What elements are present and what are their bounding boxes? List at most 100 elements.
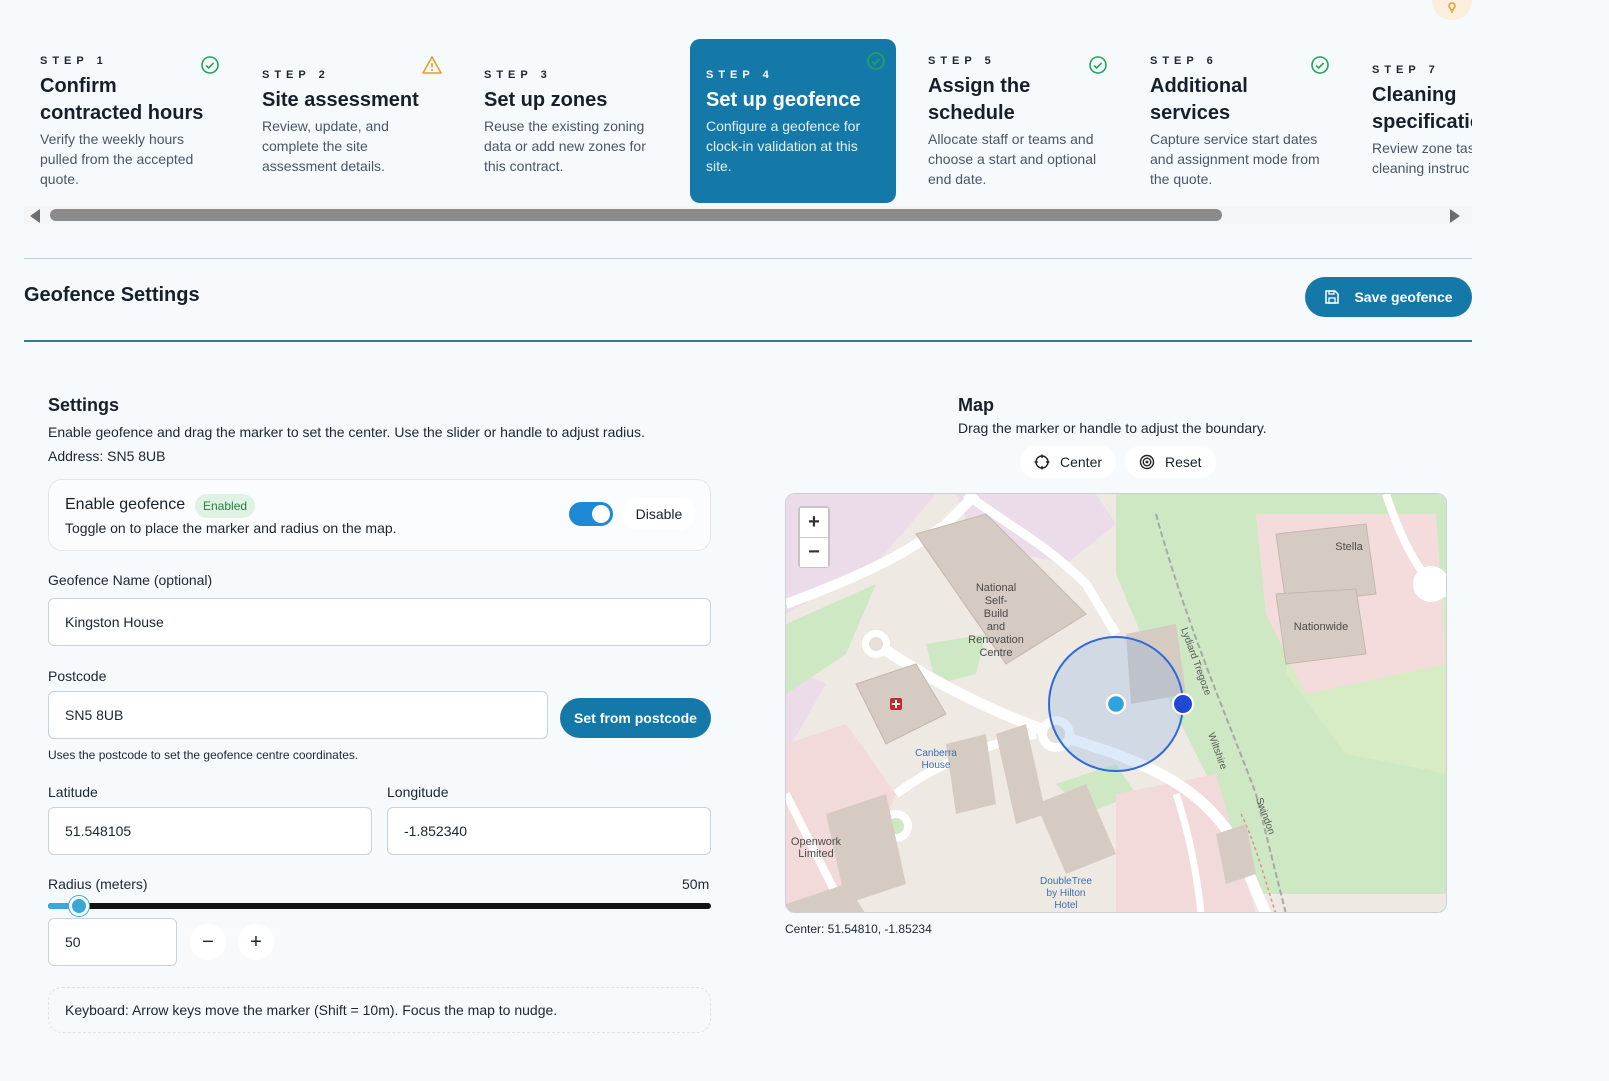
step-3[interactable]: STEP 3 Set up zones Reuse the existing z… <box>468 53 674 206</box>
map-label: National <box>976 582 1016 594</box>
step-desc: Reuse the existing zoning data or add ne… <box>484 118 646 174</box>
set-from-postcode-button[interactable]: Set from postcode <box>560 698 711 738</box>
map-label: DoubleTree <box>1040 876 1092 887</box>
step-desc: Verify the weekly hours pulled from the … <box>40 131 194 187</box>
enable-geofence-toggle[interactable] <box>569 502 613 526</box>
map-tiles: National Self- Build and Renovation Cent… <box>786 494 1446 912</box>
keyboard-hint: Keyboard: Arrow keys move the marker (Sh… <box>48 987 711 1033</box>
enable-geofence-subtitle: Toggle on to place the marker and radius… <box>65 520 397 536</box>
step-label: STEP 7 <box>1372 64 1440 76</box>
stepper: STEP 1 Confirm contracted hours Verify t… <box>24 36 1472 206</box>
radius-slider[interactable] <box>48 896 711 916</box>
warning-triangle-icon <box>422 56 442 74</box>
map-label: Limited <box>798 848 833 860</box>
reset-button[interactable]: Reset <box>1125 446 1216 478</box>
map-subtitle: Drag the marker or handle to adjust the … <box>958 420 1267 436</box>
radius-slider-handle[interactable] <box>69 896 90 916</box>
increase-radius-button[interactable]: + <box>238 924 274 960</box>
scroll-left-arrow-icon[interactable] <box>30 209 40 223</box>
save-icon <box>1325 290 1340 304</box>
reset-button-label: Reset <box>1165 454 1202 470</box>
map-label: Canberra <box>915 748 957 759</box>
save-geofence-label: Save geofence <box>1354 289 1453 305</box>
enable-geofence-title: Enable geofence <box>65 496 186 513</box>
target-icon <box>1139 454 1155 470</box>
map-label: Stella <box>1335 541 1363 553</box>
settings-address: Address: SN5 8UB <box>48 448 166 464</box>
disable-button[interactable]: Disable <box>623 498 695 530</box>
crosshair-icon <box>1034 454 1050 470</box>
radius-label: Radius (meters) <box>48 876 148 892</box>
longitude-input[interactable] <box>387 807 711 855</box>
help-lightbulb-icon[interactable] <box>1432 0 1472 20</box>
enable-geofence-card: Enable geofence Enabled Toggle on to pla… <box>48 479 711 551</box>
map-label: by Hilton <box>1047 888 1086 899</box>
step-4[interactable]: STEP 4 Set up geofence Configure a geofe… <box>690 39 896 203</box>
step-title: Additional services <box>1150 75 1248 124</box>
postcode-input[interactable] <box>48 691 548 739</box>
step-1[interactable]: STEP 1 Confirm contracted hours Verify t… <box>24 39 230 203</box>
map-label: and <box>987 621 1005 633</box>
map-label: Build <box>984 608 1008 620</box>
step-label: STEP 1 <box>40 55 108 67</box>
step-title: Set up zones <box>484 89 608 111</box>
map-label: Self- <box>985 595 1008 607</box>
step-desc: Allocate staff or teams and choose a sta… <box>928 131 1097 187</box>
geofence-name-label: Geofence Name (optional) <box>48 572 213 588</box>
latitude-input[interactable] <box>48 807 372 855</box>
center-button-label: Center <box>1060 454 1103 470</box>
check-circle-icon <box>867 52 885 70</box>
longitude-label: Longitude <box>387 784 449 800</box>
step-title: Assign the schedule <box>928 75 1031 124</box>
settings-intro: Enable geofence and drag the marker to s… <box>48 424 645 440</box>
map-title: Map <box>958 395 994 415</box>
radius-display: 50m <box>682 876 710 892</box>
map-label: Hotel <box>1054 900 1077 911</box>
radius-input[interactable] <box>48 918 177 966</box>
decrease-radius-button[interactable]: − <box>190 924 226 960</box>
map-label: Renovation <box>968 634 1024 646</box>
step-5[interactable]: STEP 5 Assign the schedule Allocate staf… <box>912 39 1118 203</box>
map-center-readout: Center: 51.54810, -1.85234 <box>785 922 932 936</box>
check-circle-icon <box>1311 56 1329 74</box>
step-title: Site assessment <box>262 89 419 111</box>
divider <box>24 340 1472 342</box>
zoom-control: + − <box>798 506 830 568</box>
step-title: Set up geofence <box>706 89 861 111</box>
stepper-scrollbar[interactable] <box>24 206 1472 224</box>
map-label: House <box>922 760 951 771</box>
scroll-right-arrow-icon[interactable] <box>1450 209 1460 223</box>
check-circle-icon <box>201 56 219 74</box>
map-label: Nationwide <box>1294 621 1348 633</box>
postcode-label: Postcode <box>48 668 107 684</box>
page-title: Geofence Settings <box>24 284 200 306</box>
step-desc: Review zone tas cleaning instruc <box>1372 140 1472 176</box>
postcode-help-text: Uses the postcode to set the geofence ce… <box>48 748 359 762</box>
geofence-map[interactable]: National Self- Build and Renovation Cent… <box>785 493 1447 913</box>
step-label: STEP 3 <box>484 69 552 81</box>
step-desc: Capture service start dates and assignme… <box>1150 131 1320 187</box>
scrollbar-thumb[interactable] <box>50 209 1222 221</box>
step-label: STEP 2 <box>262 69 330 81</box>
status-badge: Enabled <box>195 494 256 518</box>
map-label: Openwork <box>791 836 842 848</box>
map-label: Centre <box>979 647 1012 659</box>
step-2[interactable]: STEP 2 Site assessment Review, update, a… <box>246 53 452 206</box>
check-circle-icon <box>1089 56 1107 74</box>
latitude-label: Latitude <box>48 784 98 800</box>
settings-title: Settings <box>48 395 120 415</box>
center-button[interactable]: Center <box>1020 446 1117 478</box>
step-label: STEP 4 <box>706 69 774 81</box>
zoom-out-button[interactable]: − <box>800 538 828 567</box>
zoom-in-button[interactable]: + <box>800 508 828 537</box>
step-desc: Configure a geofence for clock-in valida… <box>706 118 861 174</box>
step-desc: Review, update, and complete the site as… <box>262 118 389 174</box>
geofence-name-input[interactable] <box>48 598 711 646</box>
step-title: Confirm contracted hours <box>40 75 204 124</box>
step-label: STEP 6 <box>1150 55 1218 67</box>
divider <box>24 258 1472 259</box>
step-7[interactable]: STEP 7 Cleaning specificatio Review zone… <box>1356 48 1472 206</box>
save-geofence-button[interactable]: Save geofence <box>1305 277 1472 317</box>
step-6[interactable]: STEP 6 Additional services Capture servi… <box>1134 39 1340 203</box>
step-title: Cleaning specificatio <box>1372 84 1472 133</box>
